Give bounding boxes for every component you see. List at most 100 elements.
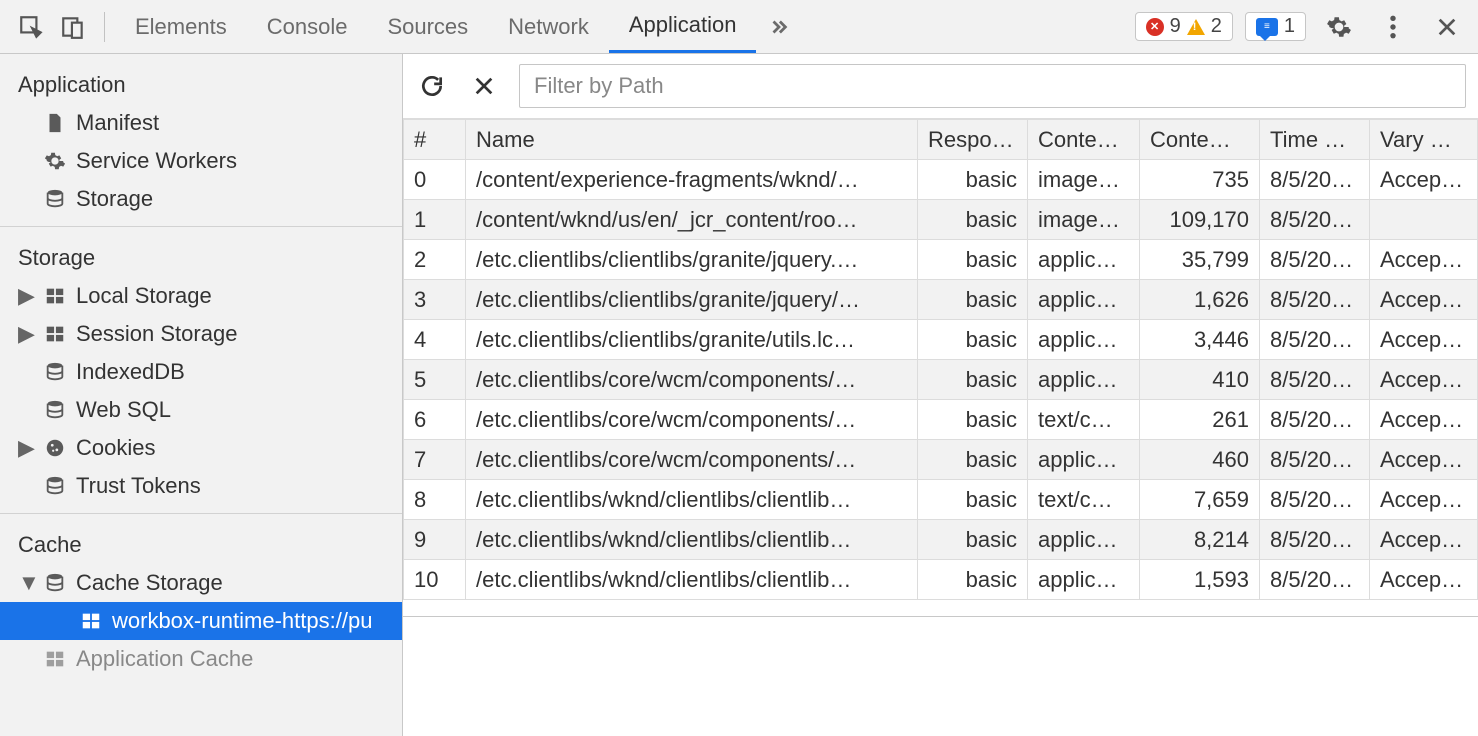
table-row[interactable]: 1/content/wknd/us/en/_jcr_content/roo…ba… xyxy=(404,200,1478,240)
table-row[interactable]: 3/etc.clientlibs/clientlibs/granite/jque… xyxy=(404,280,1478,320)
panel-tabs: Elements Console Sources Network Applica… xyxy=(115,0,756,53)
cell-index: 2 xyxy=(404,240,466,280)
cell-name: /etc.clientlibs/core/wcm/components/… xyxy=(466,400,918,440)
cell-name: /content/experience-fragments/wknd/… xyxy=(466,160,918,200)
refresh-button[interactable] xyxy=(415,69,449,103)
file-icon xyxy=(44,112,66,134)
database-icon xyxy=(44,399,66,421)
cell-vary: Accep… xyxy=(1370,160,1478,200)
cell-name: /etc.clientlibs/clientlibs/granite/jquer… xyxy=(466,240,918,280)
table-row[interactable]: 0/content/experience-fragments/wknd/…bas… xyxy=(404,160,1478,200)
table-row[interactable]: 9/etc.clientlibs/wknd/clientlibs/clientl… xyxy=(404,520,1478,560)
cell-vary: Accep… xyxy=(1370,240,1478,280)
tab-application[interactable]: Application xyxy=(609,0,757,53)
cell-vary: Accep… xyxy=(1370,400,1478,440)
cell-content-type: text/c… xyxy=(1028,400,1140,440)
issues-pill[interactable]: ≡ 1 xyxy=(1245,12,1306,41)
cell-content-length: 410 xyxy=(1140,360,1260,400)
cell-time: 8/5/20… xyxy=(1260,320,1370,360)
cell-content-type: applic… xyxy=(1028,280,1140,320)
tab-console[interactable]: Console xyxy=(247,0,368,53)
cell-name: /etc.clientlibs/wknd/clientlibs/clientli… xyxy=(466,520,918,560)
cell-content-type: image… xyxy=(1028,160,1140,200)
cell-name: /etc.clientlibs/core/wcm/components/… xyxy=(466,360,918,400)
chevron-right-icon: ▶ xyxy=(18,321,34,347)
grid-icon xyxy=(44,648,66,670)
col-time-cached[interactable]: Time … xyxy=(1260,120,1370,160)
device-toggle-icon[interactable] xyxy=(52,0,94,53)
tab-network[interactable]: Network xyxy=(488,0,609,53)
sidebar-cache-storage[interactable]: ▼ Cache Storage xyxy=(0,564,402,602)
sidebar-application-cache[interactable]: Application Cache xyxy=(0,640,402,678)
close-icon[interactable] xyxy=(1426,16,1468,38)
cell-name: /etc.clientlibs/core/wcm/components/… xyxy=(466,440,918,480)
table-row[interactable]: 8/etc.clientlibs/wknd/clientlibs/clientl… xyxy=(404,480,1478,520)
col-name[interactable]: Name xyxy=(466,120,918,160)
error-icon xyxy=(1146,18,1164,36)
cell-response: basic xyxy=(918,240,1028,280)
cell-content-type: image… xyxy=(1028,200,1140,240)
sidebar-storage[interactable]: Storage xyxy=(0,180,402,218)
cell-vary: Accep… xyxy=(1370,280,1478,320)
database-icon xyxy=(44,188,66,210)
col-response[interactable]: Respo… xyxy=(918,120,1028,160)
tab-sources[interactable]: Sources xyxy=(367,0,488,53)
cell-vary: Accep… xyxy=(1370,480,1478,520)
section-application: Application xyxy=(0,54,402,104)
sidebar-trust-tokens[interactable]: Trust Tokens xyxy=(0,467,402,505)
table-row[interactable]: 5/etc.clientlibs/core/wcm/components/…ba… xyxy=(404,360,1478,400)
table-row[interactable]: 4/etc.clientlibs/clientlibs/granite/util… xyxy=(404,320,1478,360)
cell-vary xyxy=(1370,200,1478,240)
cell-index: 10 xyxy=(404,560,466,600)
col-content-type[interactable]: Conte… xyxy=(1028,120,1140,160)
cell-vary: Accep… xyxy=(1370,320,1478,360)
table-row[interactable]: 7/etc.clientlibs/core/wcm/components/…ba… xyxy=(404,440,1478,480)
cell-response: basic xyxy=(918,440,1028,480)
console-errors-warnings-pill[interactable]: 9 2 xyxy=(1135,12,1233,41)
cell-index: 8 xyxy=(404,480,466,520)
cell-content-length: 3,446 xyxy=(1140,320,1260,360)
sidebar-manifest[interactable]: Manifest xyxy=(0,104,402,142)
sidebar-session-storage[interactable]: ▶ Session Storage xyxy=(0,315,402,353)
cell-name: /etc.clientlibs/clientlibs/granite/utils… xyxy=(466,320,918,360)
sidebar-cache-entry-selected[interactable]: workbox-runtime-https://pu xyxy=(0,602,402,640)
kebab-menu-icon[interactable] xyxy=(1372,14,1414,40)
sidebar-local-storage[interactable]: ▶ Local Storage xyxy=(0,277,402,315)
issue-icon: ≡ xyxy=(1256,18,1278,36)
chevron-right-icon: ▶ xyxy=(18,283,34,309)
cell-time: 8/5/20… xyxy=(1260,160,1370,200)
inspect-element-icon[interactable] xyxy=(10,0,52,53)
delete-button[interactable] xyxy=(467,69,501,103)
sidebar-indexeddb[interactable]: IndexedDB xyxy=(0,353,402,391)
cell-index: 0 xyxy=(404,160,466,200)
cell-content-length: 1,593 xyxy=(1140,560,1260,600)
table-row[interactable]: 2/etc.clientlibs/clientlibs/granite/jque… xyxy=(404,240,1478,280)
filter-input[interactable] xyxy=(519,64,1466,108)
col-index[interactable]: # xyxy=(404,120,466,160)
cell-content-type: applic… xyxy=(1028,240,1140,280)
cell-name: /etc.clientlibs/wknd/clientlibs/clientli… xyxy=(466,480,918,520)
sidebar-cookies[interactable]: ▶ Cookies xyxy=(0,429,402,467)
cell-index: 3 xyxy=(404,280,466,320)
sidebar-service-workers[interactable]: Service Workers xyxy=(0,142,402,180)
col-content-length[interactable]: Conte… xyxy=(1140,120,1260,160)
tabs-overflow-icon[interactable] xyxy=(756,16,802,38)
warning-icon xyxy=(1187,19,1205,35)
cell-index: 5 xyxy=(404,360,466,400)
chevron-right-icon: ▶ xyxy=(18,435,34,461)
col-vary-header[interactable]: Vary H… xyxy=(1370,120,1478,160)
settings-icon[interactable] xyxy=(1318,14,1360,40)
cell-response: basic xyxy=(918,280,1028,320)
cell-content-length: 109,170 xyxy=(1140,200,1260,240)
grid-icon xyxy=(80,610,102,632)
table-row[interactable]: 10/etc.clientlibs/wknd/clientlibs/client… xyxy=(404,560,1478,600)
sidebar-websql[interactable]: Web SQL xyxy=(0,391,402,429)
cell-vary: Accep… xyxy=(1370,360,1478,400)
cell-time: 8/5/20… xyxy=(1260,240,1370,280)
tab-elements[interactable]: Elements xyxy=(115,0,247,53)
cell-content-type: applic… xyxy=(1028,440,1140,480)
grid-icon xyxy=(44,323,66,345)
table-row[interactable]: 6/etc.clientlibs/core/wcm/components/…ba… xyxy=(404,400,1478,440)
cell-content-type: applic… xyxy=(1028,560,1140,600)
error-count: 9 xyxy=(1170,15,1181,38)
